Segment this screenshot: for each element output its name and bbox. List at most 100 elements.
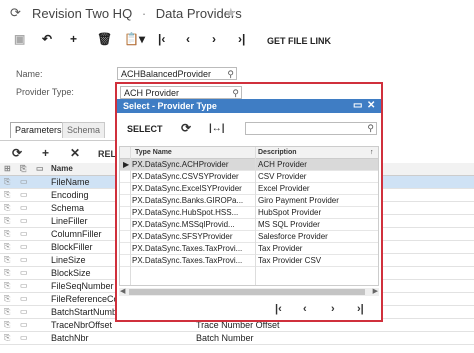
grid-reload-button[interactable]: REL [98,149,116,159]
horizontal-scrollbar[interactable]: ◀ ▶ [119,288,379,296]
list-item[interactable]: PX.DataSync.HubSpot.HSS... HubSpot Provid… [120,207,378,219]
list-item[interactable]: PX.DataSync.SFSYProvider Salesforce Provi… [120,231,378,243]
note-icon: ▭ [20,229,28,238]
list-item[interactable]: PX.DataSync.MSSqlProvid... MS SQL Provide… [120,219,378,231]
type-name-cell: PX.DataSync.MSSqlProvid... [132,220,235,229]
attach-icon: ⎘ [4,203,11,212]
copy-paste-icon[interactable]: 📋▾ [124,32,145,46]
scroll-left-icon[interactable]: ◀ [120,287,125,295]
list-item[interactable]: PX.DataSync.ExcelSYProvider Excel Provide… [120,183,378,195]
provider-type-label: Provider Type: [16,87,74,97]
col-type-name[interactable]: Type Name [135,147,172,158]
attach-icon: ⎘ [4,268,11,277]
current-row-arrow-icon: ▶ [123,160,130,169]
note-icon: ▭ [20,268,28,277]
grid-refresh-icon[interactable]: ⟳ [12,146,22,160]
scrollbar-thumb[interactable] [129,289,365,295]
get-file-link-button[interactable]: GET FILE LINK [267,36,331,46]
attach-icon: ⎘ [4,242,11,251]
tab-parameters[interactable]: Parameters [10,122,67,138]
note-icon: ▭ [20,281,28,290]
column-divider [130,147,131,285]
dialog-search-input[interactable]: ⚲ [245,122,377,135]
title-separator: · [141,6,147,21]
list-item[interactable]: PX.DataSync.Taxes.TaxProvi... Tax Provide… [120,255,378,267]
name-field[interactable]: ACHBalancedProvider ⚲ [117,67,237,80]
type-name-cell: PX.DataSync.ACHProvider [132,160,229,169]
attach-icon: ⎘ [4,177,11,186]
list-item[interactable]: PX.DataSync.Banks.GIROPa... Giro Payment … [120,195,378,207]
row-name: BlockSize [51,268,91,278]
maximize-icon[interactable]: ▭ [353,99,362,113]
next-record-icon[interactable]: › [212,32,216,46]
previous-page-icon[interactable]: ‹ [303,303,307,315]
col-description[interactable]: Description [258,147,297,158]
dialog-title: Select - Provider Type [123,101,217,111]
previous-record-icon[interactable]: ‹ [186,32,190,46]
dialog-toolbar: SELECT ⟳ |↔| ⚲ [117,116,381,140]
provider-type-field[interactable]: ACH Provider ⚲ [120,86,242,99]
description-cell: Tax Provider [258,244,303,253]
grid-delete-icon[interactable]: ✕ [70,146,80,160]
row-name: BatchNbr [51,333,89,343]
app-header: ⟳ Revision Two HQ · Data Providers ★ [0,0,474,28]
save-icon[interactable]: ▣ [14,32,25,46]
note-icon: ▭ [20,190,28,199]
row-name: FileReferenceCod [51,294,124,304]
note-icon: ▭ [20,307,28,316]
tab-bar: Parameters Schema [10,122,130,138]
first-page-icon[interactable]: |‹ [275,303,282,315]
attach-icon: ⎘ [4,294,11,303]
name-field-value: ACHBalancedProvider [121,69,212,79]
attach-icon: ⎘ [4,190,11,199]
type-name-cell: PX.DataSync.CSVSYProvider [132,172,239,181]
fit-columns-icon[interactable]: |↔| [209,123,225,134]
note-icon: ▭ [20,242,28,251]
description-cell: ACH Provider [258,160,307,169]
note-icon: ▭ [20,255,28,264]
grid-note-icon: ▭ [36,164,44,173]
add-icon[interactable]: + [70,32,77,46]
row-name: LineFiller [51,216,88,226]
name-label: Name: [16,69,43,79]
grid-settings-icon[interactable]: ⊞ [4,163,11,175]
table-row[interactable]: ⎘ ▭ BatchNbr Batch Number [0,332,474,345]
delete-icon[interactable]: 🗑 [97,32,112,46]
search-icon[interactable]: ⚲ [227,68,234,81]
list-item[interactable]: PX.DataSync.Taxes.TaxProvi... Tax Provide… [120,243,378,255]
type-name-cell: PX.DataSync.HubSpot.HSS... [132,208,239,217]
row-description: Batch Number [196,333,254,343]
list-item[interactable]: ▶ PX.DataSync.ACHProvider ACH Provider [120,159,378,171]
search-icon[interactable]: ⚲ [232,87,239,99]
row-name: FileSeqNumber [51,281,114,291]
last-record-icon[interactable]: ›| [238,32,245,46]
scroll-right-icon[interactable]: ▶ [373,287,378,295]
description-cell: HubSpot Provider [258,208,322,217]
grid-add-icon[interactable]: + [42,146,49,160]
undo-icon[interactable]: ↶ [42,32,52,46]
note-icon: ▭ [20,216,28,225]
attach-icon: ⎘ [4,255,11,264]
attach-icon: ⎘ [4,229,11,238]
next-page-icon[interactable]: › [331,303,335,315]
note-icon: ▭ [20,294,28,303]
attach-icon: ⎘ [4,216,11,225]
refresh-icon[interactable]: ⟳ [10,5,21,21]
last-page-icon[interactable]: ›| [357,303,364,315]
dialog-refresh-icon[interactable]: ⟳ [181,121,191,135]
list-item[interactable]: PX.DataSync.CSVSYProvider CSV Provider [120,171,378,183]
select-button[interactable]: SELECT [127,124,163,134]
attach-icon: ⎘ [4,281,11,290]
column-divider [255,147,256,285]
grid-name-header[interactable]: Name [51,163,73,175]
company-name: Revision Two HQ [32,6,133,21]
favorite-star-icon[interactable]: ★ [225,5,237,21]
close-icon[interactable]: ✕ [367,99,375,113]
first-record-icon[interactable]: |‹ [158,32,165,46]
dialog-grid-header: Type Name Description ↑ [120,147,378,159]
row-name: BlockFiller [51,242,93,252]
search-icon[interactable]: ⚲ [367,123,374,134]
row-name: LineSize [51,255,86,265]
type-name-cell: PX.DataSync.Taxes.TaxProvi... [132,244,243,253]
tab-schema[interactable]: Schema [62,122,106,138]
